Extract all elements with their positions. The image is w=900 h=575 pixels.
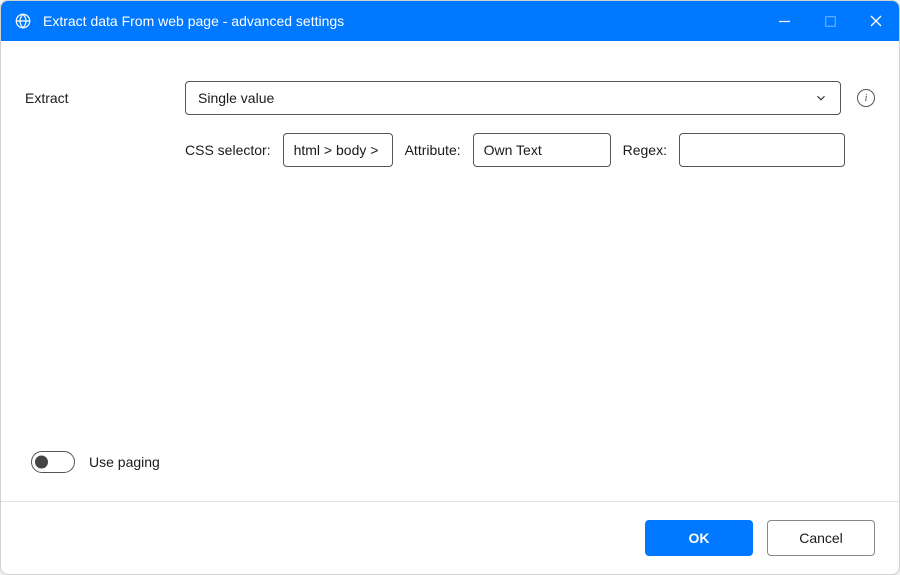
attribute-label: Attribute: bbox=[405, 142, 461, 158]
info-icon: i bbox=[857, 89, 875, 107]
cancel-button[interactable]: Cancel bbox=[767, 520, 875, 556]
toggle-knob bbox=[35, 456, 48, 469]
maximize-button bbox=[807, 1, 853, 41]
css-selector-input[interactable] bbox=[283, 133, 393, 167]
window-controls bbox=[761, 1, 899, 41]
selector-row: CSS selector: Attribute: Regex: bbox=[25, 133, 875, 167]
use-paging-toggle[interactable] bbox=[31, 451, 75, 473]
globe-icon bbox=[13, 11, 33, 31]
titlebar: Extract data From web page - advanced se… bbox=[1, 1, 899, 41]
window-title: Extract data From web page - advanced se… bbox=[43, 13, 761, 29]
dialog-content: Extract Single value i CSS selector: bbox=[1, 41, 899, 501]
extract-select[interactable]: Single value bbox=[185, 81, 841, 115]
chevron-down-icon bbox=[814, 91, 828, 105]
ok-button[interactable]: OK bbox=[645, 520, 753, 556]
regex-input[interactable] bbox=[679, 133, 845, 167]
use-paging-label: Use paging bbox=[89, 454, 160, 470]
css-selector-label: CSS selector: bbox=[185, 142, 271, 158]
extract-select-value: Single value bbox=[198, 90, 274, 106]
extract-label: Extract bbox=[25, 90, 185, 106]
dialog-window: Extract data From web page - advanced se… bbox=[0, 0, 900, 575]
use-paging-row: Use paging bbox=[25, 451, 875, 473]
dialog-footer: OK Cancel bbox=[1, 501, 899, 574]
minimize-button[interactable] bbox=[761, 1, 807, 41]
extract-row: Extract Single value i bbox=[25, 81, 875, 115]
regex-label: Regex: bbox=[623, 142, 667, 158]
attribute-input[interactable] bbox=[473, 133, 611, 167]
form-area: Extract Single value i CSS selector: bbox=[25, 81, 875, 451]
close-button[interactable] bbox=[853, 1, 899, 41]
